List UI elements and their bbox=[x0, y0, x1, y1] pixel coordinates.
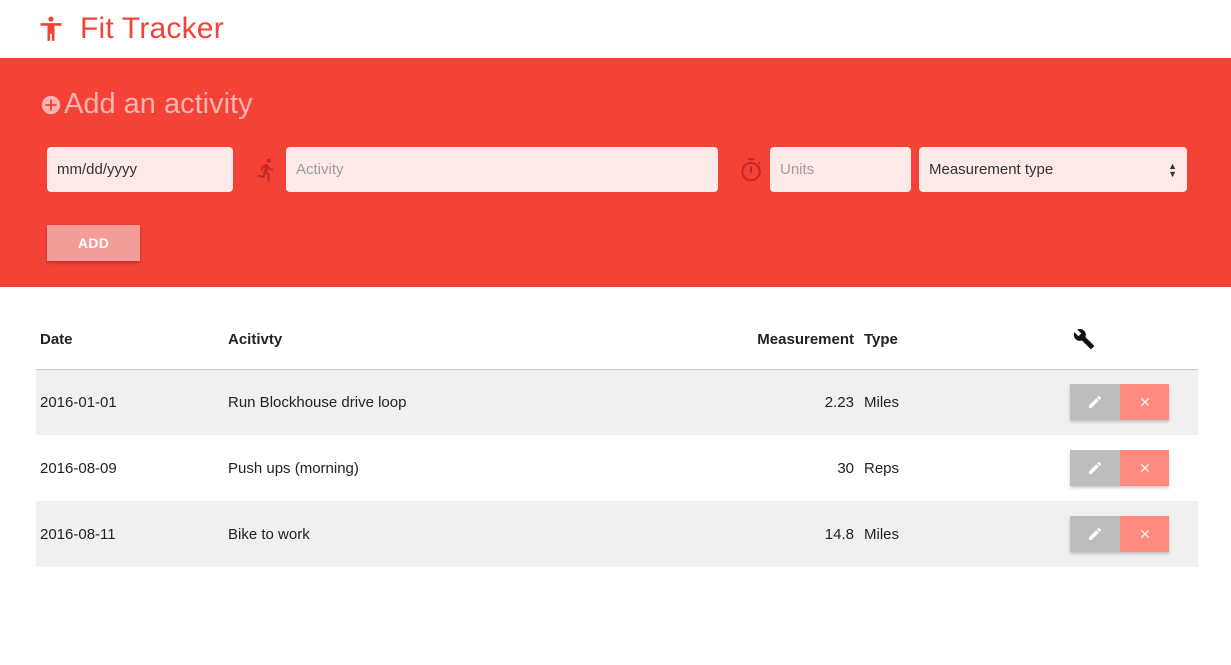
close-icon bbox=[1140, 463, 1149, 473]
row-type: Miles bbox=[860, 501, 990, 567]
timer-icon bbox=[741, 158, 761, 182]
close-icon bbox=[1140, 398, 1149, 407]
table-row: 2016-08-09 Push ups (morning) 30 Reps bbox=[36, 435, 1198, 501]
close-icon bbox=[1140, 529, 1149, 539]
activity-table: Date Acitivty Measurement Type 2016-01-0… bbox=[36, 310, 1198, 567]
app-header: Fit Tracker bbox=[0, 0, 1231, 58]
header-type: Type bbox=[860, 310, 990, 370]
table-header-row: Date Acitivty Measurement Type bbox=[36, 310, 1198, 370]
form-heading-label: Add an activity bbox=[64, 88, 253, 120]
add-circle-icon bbox=[41, 95, 61, 114]
header-activity: Acitivty bbox=[224, 310, 664, 370]
row-date: 2016-08-11 bbox=[36, 501, 224, 567]
row-activity: Push ups (morning) bbox=[228, 459, 359, 477]
row-action-buttons bbox=[1070, 384, 1169, 421]
header-actions bbox=[990, 310, 1198, 370]
table-row: 2016-08-11 Bike to work 14.8 Miles bbox=[36, 501, 1198, 567]
row-type: Miles bbox=[860, 369, 990, 435]
add-button[interactable]: ADD bbox=[47, 225, 140, 261]
row-date: 2016-01-01 bbox=[36, 369, 224, 435]
pencil-icon bbox=[1089, 396, 1101, 409]
edit-button[interactable] bbox=[1070, 450, 1120, 486]
activity-input[interactable]: Activity bbox=[286, 147, 718, 192]
measurement-type-select[interactable]: Measurement type ▲ ▼ bbox=[919, 147, 1187, 192]
edit-button[interactable] bbox=[1070, 384, 1120, 421]
form-heading: Add an activity bbox=[40, 88, 253, 121]
edit-button[interactable] bbox=[1070, 516, 1120, 552]
select-arrows-icon: ▲ ▼ bbox=[1168, 160, 1177, 179]
row-action-buttons bbox=[1070, 450, 1169, 486]
table-row: 2016-01-01 Run Blockhouse drive loop 2.2… bbox=[36, 369, 1198, 435]
wrench-icon bbox=[1073, 329, 1095, 350]
units-input[interactable]: Units bbox=[770, 147, 911, 192]
delete-button[interactable] bbox=[1120, 384, 1169, 421]
row-measurement: 2.23 bbox=[664, 369, 860, 435]
header-date: Date bbox=[36, 310, 224, 370]
header-measurement: Measurement bbox=[664, 310, 860, 370]
measurement-type-label: Measurement type bbox=[929, 161, 1054, 178]
add-activity-panel: Add an activity mm/dd/yyyy Activity Unit… bbox=[0, 58, 1231, 287]
app-title: Fit Tracker bbox=[80, 12, 224, 45]
pencil-icon bbox=[1089, 528, 1101, 540]
delete-button[interactable] bbox=[1120, 516, 1169, 552]
row-type: Reps bbox=[864, 459, 900, 477]
date-input[interactable]: mm/dd/yyyy bbox=[47, 147, 233, 192]
row-activity: Run Blockhouse drive loop bbox=[224, 369, 664, 435]
row-actions bbox=[990, 369, 1198, 435]
delete-button[interactable] bbox=[1120, 450, 1169, 486]
accessibility-icon bbox=[40, 16, 62, 41]
row-measurement: 14.8 bbox=[664, 501, 860, 567]
row-date: 2016-08-09 bbox=[40, 459, 117, 477]
row-actions bbox=[990, 435, 1198, 501]
pencil-icon bbox=[1089, 462, 1101, 474]
row-actions bbox=[990, 501, 1198, 567]
row-measurement: 30 bbox=[837, 459, 854, 477]
directions-run-icon bbox=[257, 158, 274, 182]
row-activity: Bike to work bbox=[224, 501, 664, 567]
row-action-buttons bbox=[1070, 516, 1169, 552]
